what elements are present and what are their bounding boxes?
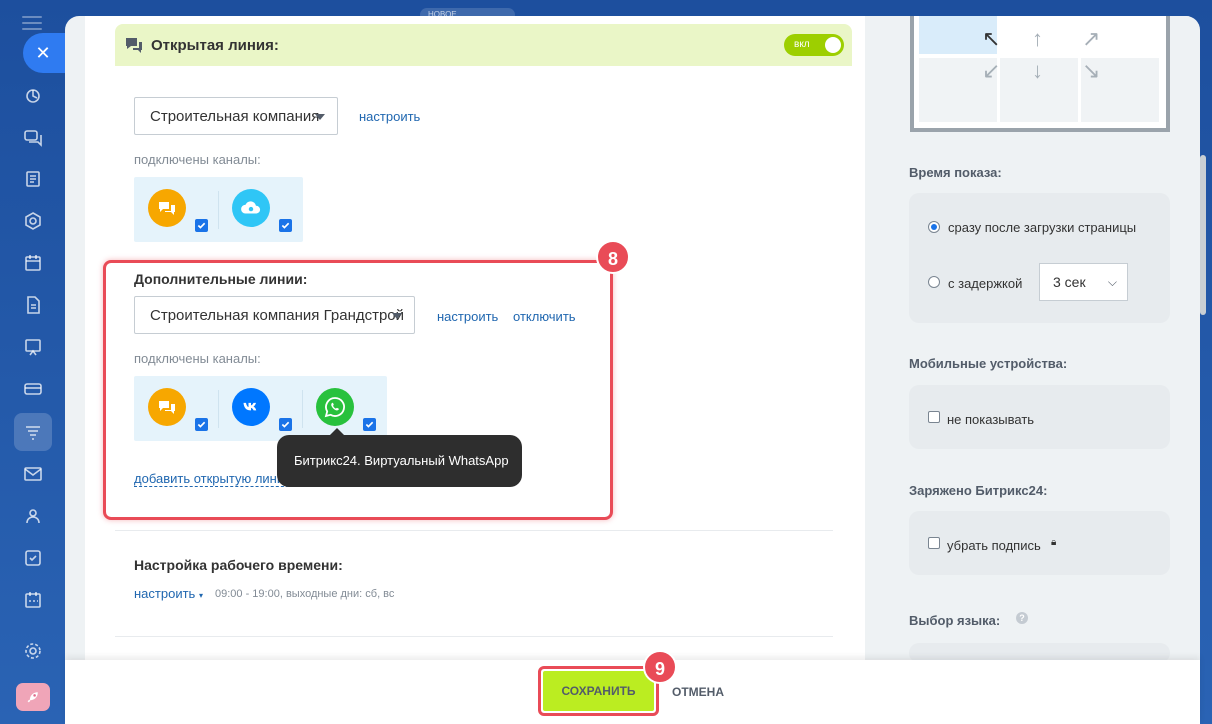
document-icon[interactable]	[21, 293, 45, 317]
show-time-label: Время показа:	[909, 165, 1002, 180]
mobile-checkbox[interactable]	[928, 411, 940, 423]
scrollbar[interactable]	[1200, 155, 1206, 315]
open-line-configure-link[interactable]: настроить	[359, 109, 420, 124]
charged-option: убрать подпись	[947, 538, 1041, 553]
arrow-up-right-icon: ↗	[1082, 26, 1101, 51]
funnel-icon[interactable]	[14, 413, 52, 451]
additional-line-select[interactable]: Строительная компания Грандстрой	[134, 296, 415, 334]
rocket-icon[interactable]	[16, 683, 50, 711]
open-line-select[interactable]: Строительная компания	[134, 97, 338, 135]
feed-icon[interactable]	[21, 167, 45, 191]
charged-checkbox[interactable]	[928, 537, 940, 549]
open-line-select-value: Строительная компания	[150, 107, 320, 125]
cloud-icon[interactable]	[232, 189, 270, 227]
schedule-icon[interactable]	[21, 588, 45, 612]
livechat-icon[interactable]	[148, 189, 186, 227]
board-icon[interactable]	[21, 335, 45, 359]
tasks-icon[interactable]	[21, 546, 45, 570]
cancel-button[interactable]: ОТМЕНА	[672, 685, 724, 699]
users-icon[interactable]	[21, 504, 45, 528]
separator	[218, 191, 219, 229]
arrow-up-left-icon: ↖	[982, 26, 1001, 51]
save-highlight	[538, 666, 659, 716]
step-badge-9: 9	[643, 650, 677, 684]
step-badge-8: 8	[596, 240, 630, 274]
additional-line-channels-label: подключены каналы:	[134, 351, 261, 366]
delay-select[interactable]: 3 сек ⌵	[1039, 263, 1128, 301]
mobile-label: Мобильные устройства:	[909, 356, 1068, 371]
settings-icon[interactable]	[21, 639, 45, 663]
immediate-radio[interactable]	[928, 221, 940, 233]
left-sidebar: ✕	[0, 0, 65, 724]
whatsapp-icon[interactable]	[316, 388, 354, 426]
work-time-title: Настройка рабочего времени:	[134, 557, 343, 573]
arrow-down-icon: ↓	[1032, 58, 1043, 83]
livechat-icon[interactable]	[148, 388, 186, 426]
show-time-box	[909, 193, 1170, 323]
open-line-header: Открытая линия: вкл	[115, 24, 852, 66]
language-label: Выбор языка:	[909, 613, 1001, 628]
position-preview: ↖ ↑ ↗ ↙ ↓ ↘	[910, 16, 1170, 132]
vk-icon[interactable]	[232, 388, 270, 426]
delay-radio[interactable]	[928, 276, 940, 288]
delay-select-value: 3 сек	[1053, 274, 1086, 290]
separator	[302, 390, 303, 428]
additional-line-configure-link[interactable]: настроить	[437, 309, 498, 324]
arrow-down-right-icon: ↘	[1082, 58, 1101, 83]
calendar-icon[interactable]	[21, 251, 45, 275]
open-line-channels	[134, 177, 303, 242]
livechat-checkbox[interactable]	[195, 219, 208, 232]
chevron-down-icon	[392, 313, 402, 319]
cloud-checkbox[interactable]	[279, 219, 292, 232]
help-icon[interactable]: ?	[1016, 612, 1028, 624]
chat-icon[interactable]	[21, 125, 45, 149]
vk-checkbox[interactable]	[279, 418, 292, 431]
menu-icon[interactable]	[22, 16, 42, 30]
open-line-title: Открытая линия:	[151, 36, 279, 54]
open-line-channels-label: подключены каналы:	[134, 152, 261, 167]
charged-label: Заряжено Битрикс24:	[909, 483, 1048, 498]
divider	[115, 636, 833, 637]
mail-icon[interactable]	[21, 462, 45, 486]
delay-option: с задержкой	[948, 276, 1023, 291]
immediate-option: сразу после загрузки страницы	[948, 220, 1137, 235]
chat-bubble-icon	[126, 38, 142, 53]
whatsapp-checkbox[interactable]	[363, 418, 376, 431]
open-line-toggle[interactable]: вкл	[784, 34, 844, 56]
hexagon-icon[interactable]	[21, 209, 45, 233]
add-open-line-link[interactable]: добавить открытую линию	[134, 471, 294, 487]
separator	[218, 390, 219, 428]
whatsapp-tooltip: Битрикс24. Виртуальный WhatsApp	[277, 428, 522, 487]
additional-lines-title: Дополнительные линии:	[134, 271, 308, 287]
lock-icon: 🔒︎	[1051, 537, 1057, 548]
toggle-label: вкл	[794, 39, 810, 50]
divider	[115, 530, 833, 531]
activity-icon[interactable]	[21, 84, 45, 108]
livechat-checkbox[interactable]	[195, 418, 208, 431]
close-button[interactable]: ✕	[23, 33, 65, 73]
chevron-down-icon	[315, 114, 325, 120]
work-time-schedule: 09:00 - 19:00, выходные дни: сб, вс	[215, 588, 395, 600]
card-icon[interactable]	[21, 377, 45, 401]
chevron-down-icon: ⌵	[1107, 275, 1117, 289]
arrow-up-icon: ↑	[1032, 26, 1043, 51]
additional-line-select-value: Строительная компания Грандстрой	[150, 306, 405, 324]
mobile-option: не показывать	[947, 412, 1035, 427]
work-time-configure-link[interactable]: настроить ▾	[134, 586, 203, 601]
additional-line-disable-link[interactable]: отключить	[513, 309, 576, 324]
additional-line-channels	[134, 376, 387, 441]
arrow-down-left-icon: ↙	[982, 58, 1001, 83]
